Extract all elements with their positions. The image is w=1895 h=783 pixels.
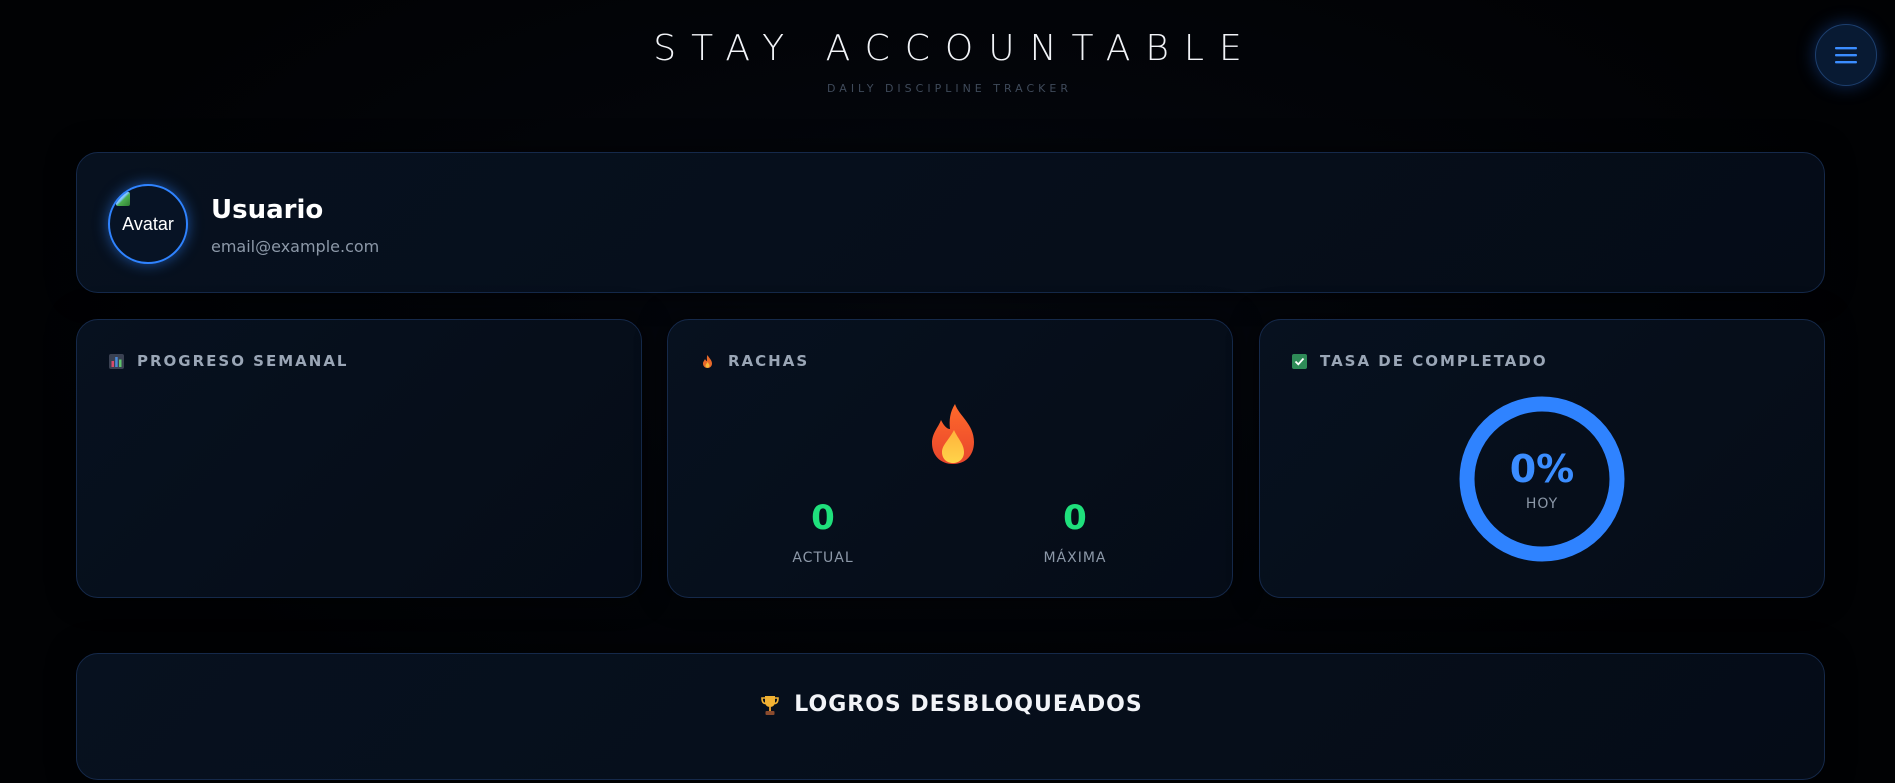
user-name: Usuario (211, 195, 324, 225)
current-streak-value: 0 (811, 498, 835, 538)
achievements-header: LOGROS DESBLOQUEADOS (77, 692, 1826, 717)
completion-rate-title: TASA DE COMPLETADO (1320, 352, 1548, 370)
achievements-card: LOGROS DESBLOQUEADOS (76, 653, 1825, 780)
weekly-progress-title: PROGRESO SEMANAL (137, 352, 349, 370)
hamburger-menu-icon (1835, 47, 1857, 64)
streaks-header: RACHAS (700, 352, 809, 370)
profile-card: Avatar Usuario email@example.com (76, 152, 1825, 293)
avatar-alt-text: Avatar (122, 213, 174, 234)
avatar[interactable]: Avatar (108, 184, 188, 264)
weekly-progress-card: PROGRESO SEMANAL (76, 319, 642, 598)
app-header: STAY ACCOUNTABLE DAILY DISCIPLINE TRACKE… (0, 0, 1895, 110)
flame-icon (932, 404, 974, 464)
bar-chart-icon (109, 353, 124, 369)
check-box-icon (1292, 353, 1307, 369)
trophy-icon (761, 695, 780, 715)
max-streak-value: 0 (1063, 498, 1087, 538)
completion-rate-card: TASA DE COMPLETADO 0% HOY (1259, 319, 1825, 598)
max-streak-label: MÁXIMA (1043, 550, 1107, 566)
app-title: STAY ACCOUNTABLE (653, 28, 1257, 69)
streaks-title: RACHAS (728, 352, 810, 370)
weekly-progress-header: PROGRESO SEMANAL (109, 352, 349, 370)
completion-rate-header: TASA DE COMPLETADO (1292, 352, 1548, 370)
completion-rate-label: HOY (1525, 496, 1559, 512)
streaks-card: RACHAS 0 ACTUAL 0 MÁXIMA (667, 319, 1233, 598)
user-email: email@example.com (211, 237, 380, 256)
achievements-title: LOGROS DESBLOQUEADOS (794, 692, 1143, 717)
current-streak-label: ACTUAL (792, 550, 854, 566)
menu-button[interactable] (1815, 24, 1877, 86)
broken-image-icon (116, 192, 130, 206)
app-subtitle: DAILY DISCIPLINE TRACKER (827, 82, 1072, 95)
completion-rate-value: 0% (1509, 447, 1575, 491)
fire-icon (703, 354, 712, 368)
